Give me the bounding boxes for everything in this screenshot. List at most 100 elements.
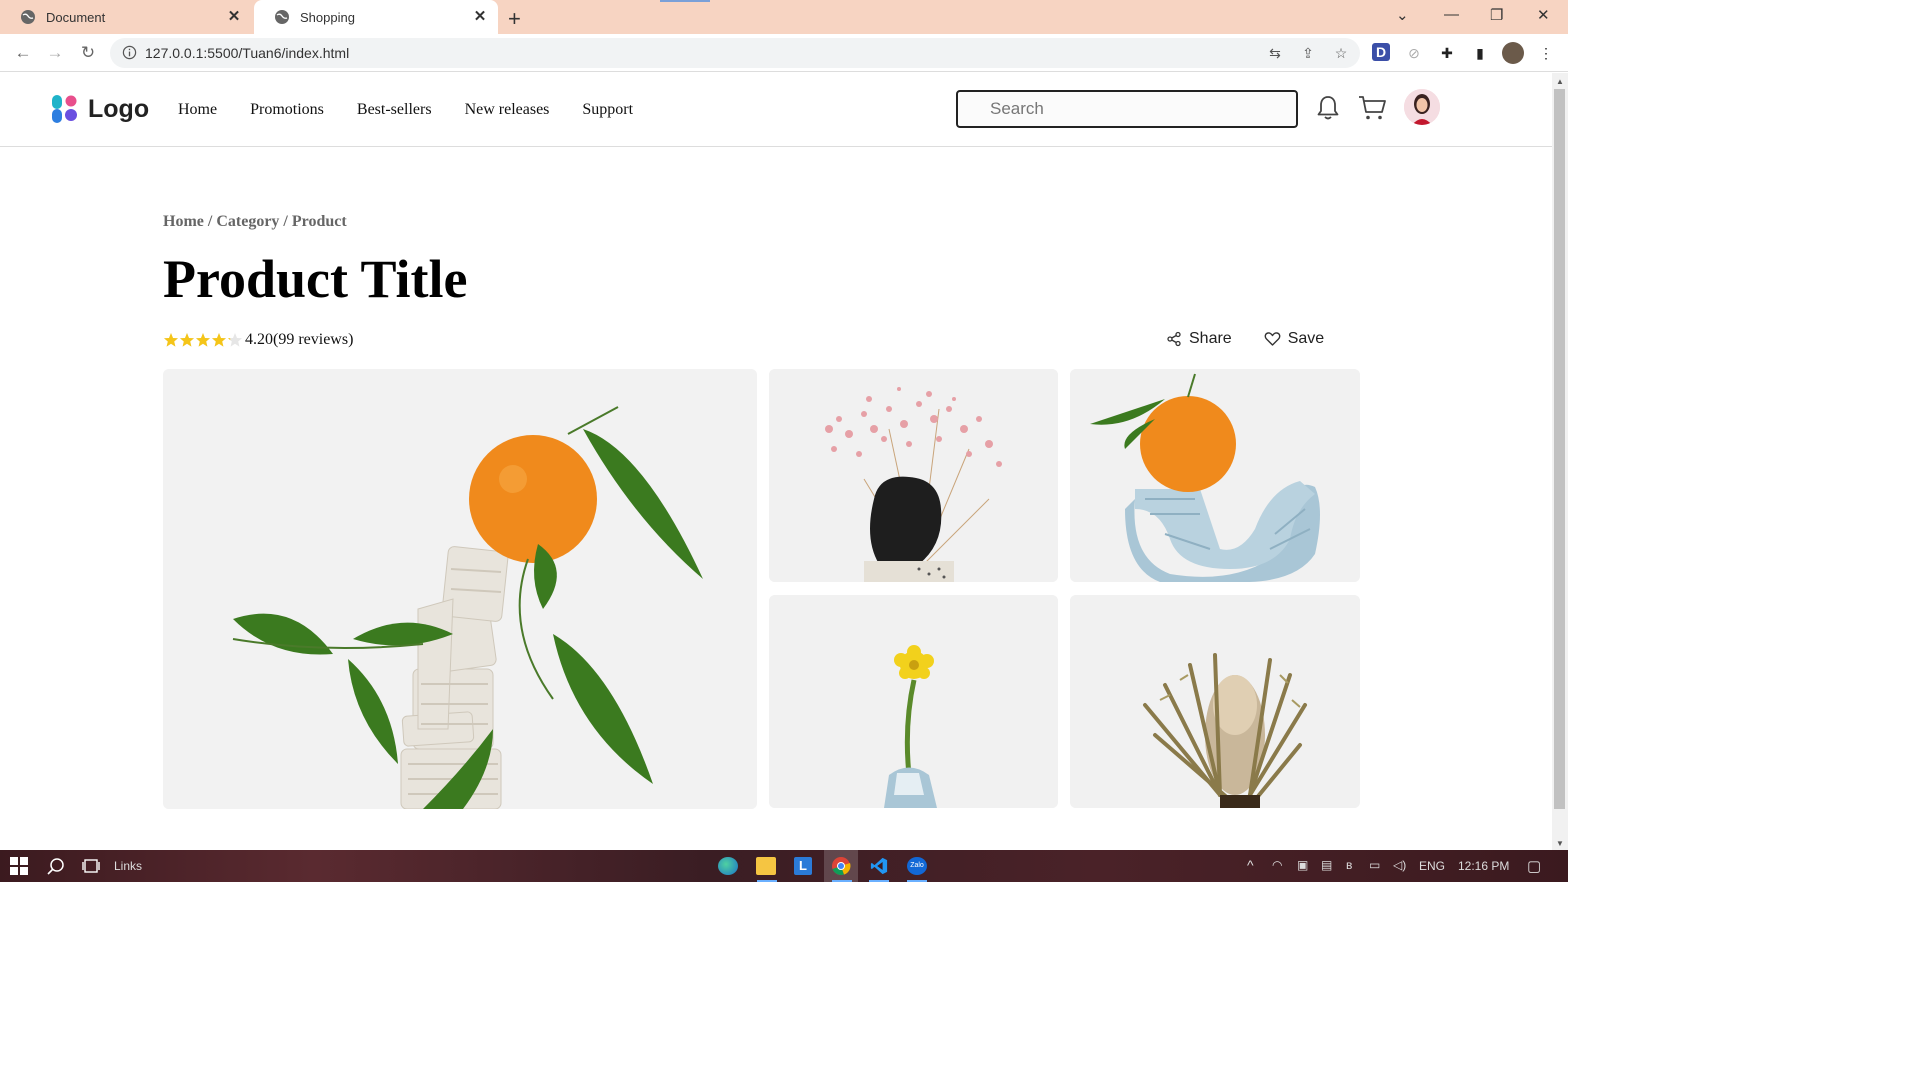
profile-avatar-icon[interactable] [1502, 42, 1524, 64]
language-indicator[interactable]: ENG [1419, 859, 1445, 873]
tab-strip-indicator [660, 0, 710, 2]
extension-compass-icon[interactable]: ⊘ [1404, 43, 1424, 63]
extensions-puzzle-icon[interactable]: ✚ [1437, 43, 1457, 63]
info-icon [122, 45, 137, 60]
browser-tab-bar: Document ✕ Shopping ✕ + ⌄ — ❐ ✕ [0, 0, 1568, 34]
scrollbar-thumb[interactable] [1554, 89, 1565, 809]
save-button[interactable]: Save [1264, 330, 1324, 348]
gallery-image-banksia[interactable] [1070, 595, 1360, 808]
battery-icon[interactable]: ▭ [1369, 858, 1380, 872]
os-taskbar: Links L Zalo ^ ◠ ▣ ▤ ʙ ▭ ◁) ENG 12:16 PM… [0, 850, 1568, 882]
zalo-icon[interactable]: Zalo [907, 857, 927, 875]
page-viewport: Logo Home Promotions Best-sellers New re… [0, 73, 1552, 850]
close-icon[interactable]: ✕ [226, 9, 242, 25]
orange-blue-sculpture-image [1070, 369, 1360, 582]
rating-value: 4.20 [245, 331, 273, 348]
tab-document[interactable]: Document ✕ [0, 0, 252, 34]
bell-icon[interactable] [1313, 93, 1343, 123]
nav-promotions[interactable]: Promotions [250, 101, 324, 119]
scroll-down-icon[interactable]: ▼ [1556, 839, 1564, 848]
restore-button[interactable]: ❐ [1490, 6, 1503, 24]
gallery-image-dried-flowers[interactable] [769, 369, 1058, 582]
forward-icon[interactable]: → [44, 42, 66, 64]
nav-new-releases[interactable]: New releases [465, 101, 550, 119]
tray-app-icon[interactable]: ▣ [1297, 858, 1308, 872]
star-icon [212, 333, 226, 347]
main-nav: Home Promotions Best-sellers New release… [178, 101, 633, 119]
share-button[interactable]: Share [1166, 330, 1232, 348]
search-icon[interactable] [47, 857, 65, 875]
gallery-image-orange-blue[interactable] [1070, 369, 1360, 582]
tray-bluetooth-icon[interactable]: ʙ [1346, 858, 1352, 872]
close-window-button[interactable]: ✕ [1537, 6, 1550, 24]
tab-title: Document [46, 9, 106, 25]
reload-icon[interactable]: ↻ [77, 42, 99, 64]
star-icon [196, 333, 210, 347]
url-text: 127.0.0.1:5500/Tuan6/index.html [145, 45, 350, 61]
network-icon[interactable]: ◠ [1272, 858, 1282, 872]
menu-kebab-icon[interactable]: ⋮ [1536, 43, 1556, 63]
reviews-count[interactable]: (99 reviews) [273, 331, 353, 349]
minimize-button[interactable]: — [1444, 6, 1459, 23]
tab-shopping[interactable]: Shopping ✕ [254, 0, 498, 34]
logo-mark-icon [52, 95, 77, 123]
banksia-image [1070, 595, 1360, 808]
notification-icon[interactable]: ▢ [1527, 857, 1541, 875]
links-toolbar-label[interactable]: Links [114, 859, 142, 873]
save-label: Save [1287, 330, 1325, 347]
new-tab-button[interactable]: + [508, 6, 521, 32]
windows-start-icon[interactable] [10, 857, 28, 875]
tab-search-icon[interactable]: ⌄ [1396, 6, 1409, 24]
vscode-icon[interactable] [869, 857, 889, 875]
share-icon [1167, 331, 1181, 347]
volume-icon[interactable]: ◁) [1393, 858, 1406, 872]
running-indicator [869, 880, 889, 882]
star-icon [228, 333, 242, 347]
l-app-icon[interactable]: L [794, 857, 812, 875]
file-explorer-icon[interactable] [756, 857, 776, 875]
dried-flowers-image [769, 369, 1058, 582]
bookmark-star-icon[interactable]: ☆ [1333, 45, 1349, 61]
breadcrumb: Home / Category / Product [163, 213, 347, 231]
tray-monitor-icon[interactable]: ▤ [1321, 858, 1332, 872]
globe-icon [21, 10, 35, 24]
address-bar[interactable]: 127.0.0.1:5500/Tuan6/index.html ⇆ ⇪ ☆ [110, 38, 1360, 68]
product-actions: Share Save [1166, 330, 1324, 348]
avatar-portrait-icon [1404, 89, 1440, 125]
nav-best-sellers[interactable]: Best-sellers [357, 101, 432, 119]
chrome-taskbar-active[interactable] [824, 850, 858, 882]
gallery-main-image[interactable] [163, 369, 757, 809]
clock-time[interactable]: 12:16 PM [1458, 859, 1509, 873]
translate-icon[interactable]: ⇆ [1267, 45, 1283, 61]
breadcrumb-home[interactable]: Home [163, 213, 204, 230]
tray-chevron-icon[interactable]: ^ [1247, 857, 1254, 873]
scroll-up-icon[interactable]: ▲ [1556, 77, 1564, 86]
star-rating [163, 332, 243, 348]
running-indicator [832, 880, 852, 882]
back-icon[interactable]: ← [12, 42, 34, 64]
user-avatar[interactable] [1404, 89, 1440, 125]
edge-icon[interactable] [718, 857, 738, 875]
breadcrumb-category[interactable]: Category [216, 213, 279, 230]
search-input[interactable] [956, 90, 1298, 128]
close-icon[interactable]: ✕ [472, 9, 488, 25]
breadcrumb-separator: / [203, 213, 217, 230]
site-header: Logo Home Promotions Best-sellers New re… [0, 73, 1552, 147]
nav-home[interactable]: Home [178, 101, 217, 119]
share-label: Share [1189, 330, 1232, 347]
gallery-image-yellow-flower[interactable] [769, 595, 1058, 808]
extension-d-icon[interactable]: D [1372, 43, 1390, 61]
nav-support[interactable]: Support [582, 101, 633, 119]
task-view-icon[interactable] [82, 857, 100, 875]
page-scrollbar[interactable]: ▲ ▼ [1552, 73, 1568, 850]
star-icon [164, 333, 178, 347]
cart-icon[interactable] [1357, 93, 1387, 123]
site-logo[interactable]: Logo [50, 93, 149, 125]
breadcrumb-product: Product [291, 213, 347, 230]
running-indicator [907, 880, 927, 882]
running-indicator [757, 880, 777, 882]
tab-title: Shopping [300, 9, 355, 25]
share-page-icon[interactable]: ⇪ [1300, 45, 1316, 61]
product-title: Product Title [163, 249, 468, 309]
side-panel-icon[interactable]: ▮ [1470, 43, 1490, 63]
